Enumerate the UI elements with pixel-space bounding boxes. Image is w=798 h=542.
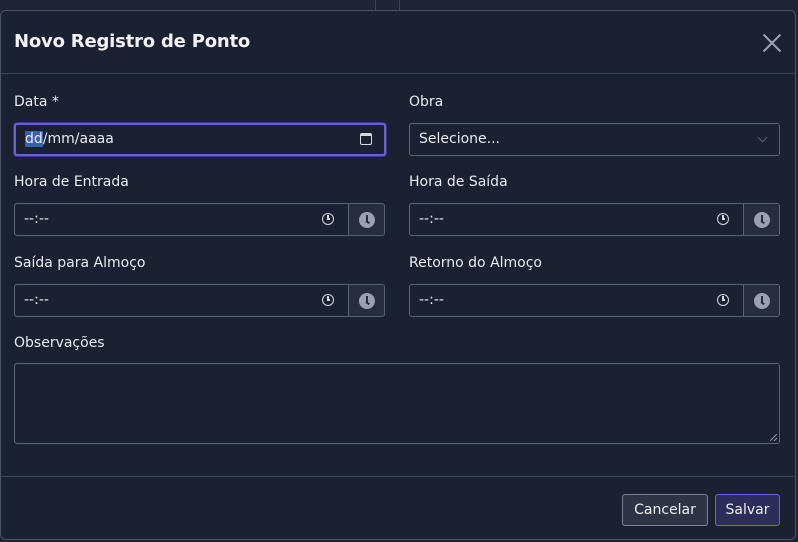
notes-textarea[interactable] xyxy=(14,363,780,444)
clock-icon xyxy=(359,212,375,228)
exit-time-group: --:-- xyxy=(409,203,780,236)
date-rest-segment: /mm/aaaa xyxy=(42,131,114,147)
chevron-down-icon xyxy=(757,132,768,143)
date-input[interactable]: dd/mm/aaaa xyxy=(14,123,386,156)
date-placeholder: dd/mm/aaaa xyxy=(25,131,114,147)
obra-select[interactable]: Selecione... xyxy=(409,123,780,156)
entry-time-input[interactable]: --:-- xyxy=(14,203,349,236)
lunch-return-value: --:-- xyxy=(419,292,444,308)
clock-icon xyxy=(754,212,770,228)
obra-label: Obra xyxy=(409,94,444,110)
lunch-out-addon[interactable] xyxy=(349,284,385,317)
background-divider xyxy=(375,0,376,10)
entry-time-group: --:-- xyxy=(14,203,385,236)
dialog-footer: Cancelar Salvar xyxy=(1,476,795,541)
date-label: Data * xyxy=(14,94,59,110)
lunch-return-input[interactable]: --:-- xyxy=(409,284,744,317)
clock-icon xyxy=(754,293,770,309)
lunch-return-label: Retorno do Almoço xyxy=(409,255,542,271)
lunch-out-group: --:-- xyxy=(14,284,385,317)
entry-time-addon[interactable] xyxy=(349,203,385,236)
exit-time-addon[interactable] xyxy=(744,203,780,236)
close-icon[interactable] xyxy=(761,31,783,53)
clock-icon[interactable] xyxy=(717,294,729,306)
resize-handle-icon[interactable] xyxy=(770,434,777,441)
cancel-button[interactable]: Cancelar xyxy=(622,494,708,526)
dialog-header: Novo Registro de Ponto xyxy=(1,11,795,74)
entry-time-label: Hora de Entrada xyxy=(14,174,129,190)
clock-icon[interactable] xyxy=(322,294,334,306)
entry-time-value: --:-- xyxy=(24,211,49,227)
time-record-dialog: Novo Registro de Ponto Data * dd/mm/aaaa… xyxy=(0,10,796,540)
obra-select-value: Selecione... xyxy=(419,131,500,147)
dialog-title: Novo Registro de Ponto xyxy=(14,31,251,52)
calendar-icon[interactable] xyxy=(360,133,372,145)
clock-icon[interactable] xyxy=(717,213,729,225)
clock-icon xyxy=(359,293,375,309)
notes-label: Observações xyxy=(14,335,105,351)
lunch-out-value: --:-- xyxy=(24,292,49,308)
lunch-out-input[interactable]: --:-- xyxy=(14,284,349,317)
lunch-return-addon[interactable] xyxy=(744,284,780,317)
lunch-out-label: Saída para Almoço xyxy=(14,255,146,271)
save-button[interactable]: Salvar xyxy=(715,494,780,526)
date-day-segment: dd xyxy=(25,131,43,147)
exit-time-label: Hora de Saída xyxy=(409,174,508,190)
lunch-return-group: --:-- xyxy=(409,284,780,317)
background-divider xyxy=(399,0,400,10)
clock-icon[interactable] xyxy=(322,213,334,225)
exit-time-input[interactable]: --:-- xyxy=(409,203,744,236)
exit-time-value: --:-- xyxy=(419,211,444,227)
